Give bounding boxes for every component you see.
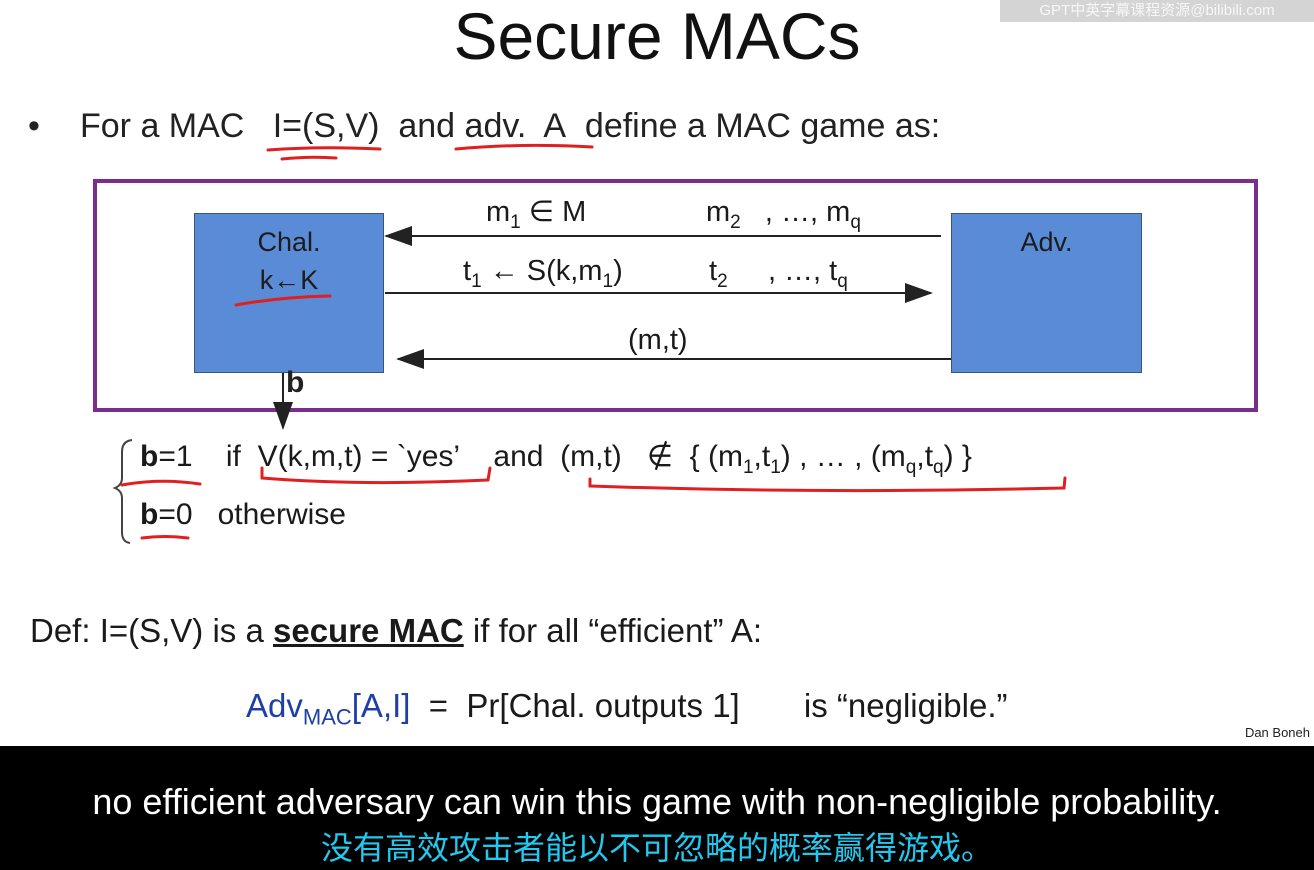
diagram-marks: [112, 143, 1067, 544]
underline-mac: [266, 146, 382, 152]
underline-mac-short: [280, 155, 338, 161]
underline-b0: [140, 535, 190, 540]
underline-b1: [120, 479, 202, 487]
brace-icon: [112, 439, 133, 544]
subtitle-english: no efficient adversary can win this game…: [92, 781, 1222, 822]
underline-verify: [260, 466, 492, 485]
underline-key: [234, 294, 332, 307]
red-annotations: [120, 143, 1067, 540]
subtitle-chinese: 没有高效攻击者能以不可忽略的概率赢得游戏。: [320, 830, 993, 866]
underline-set: [588, 476, 1067, 493]
underline-adversary: [454, 143, 594, 151]
